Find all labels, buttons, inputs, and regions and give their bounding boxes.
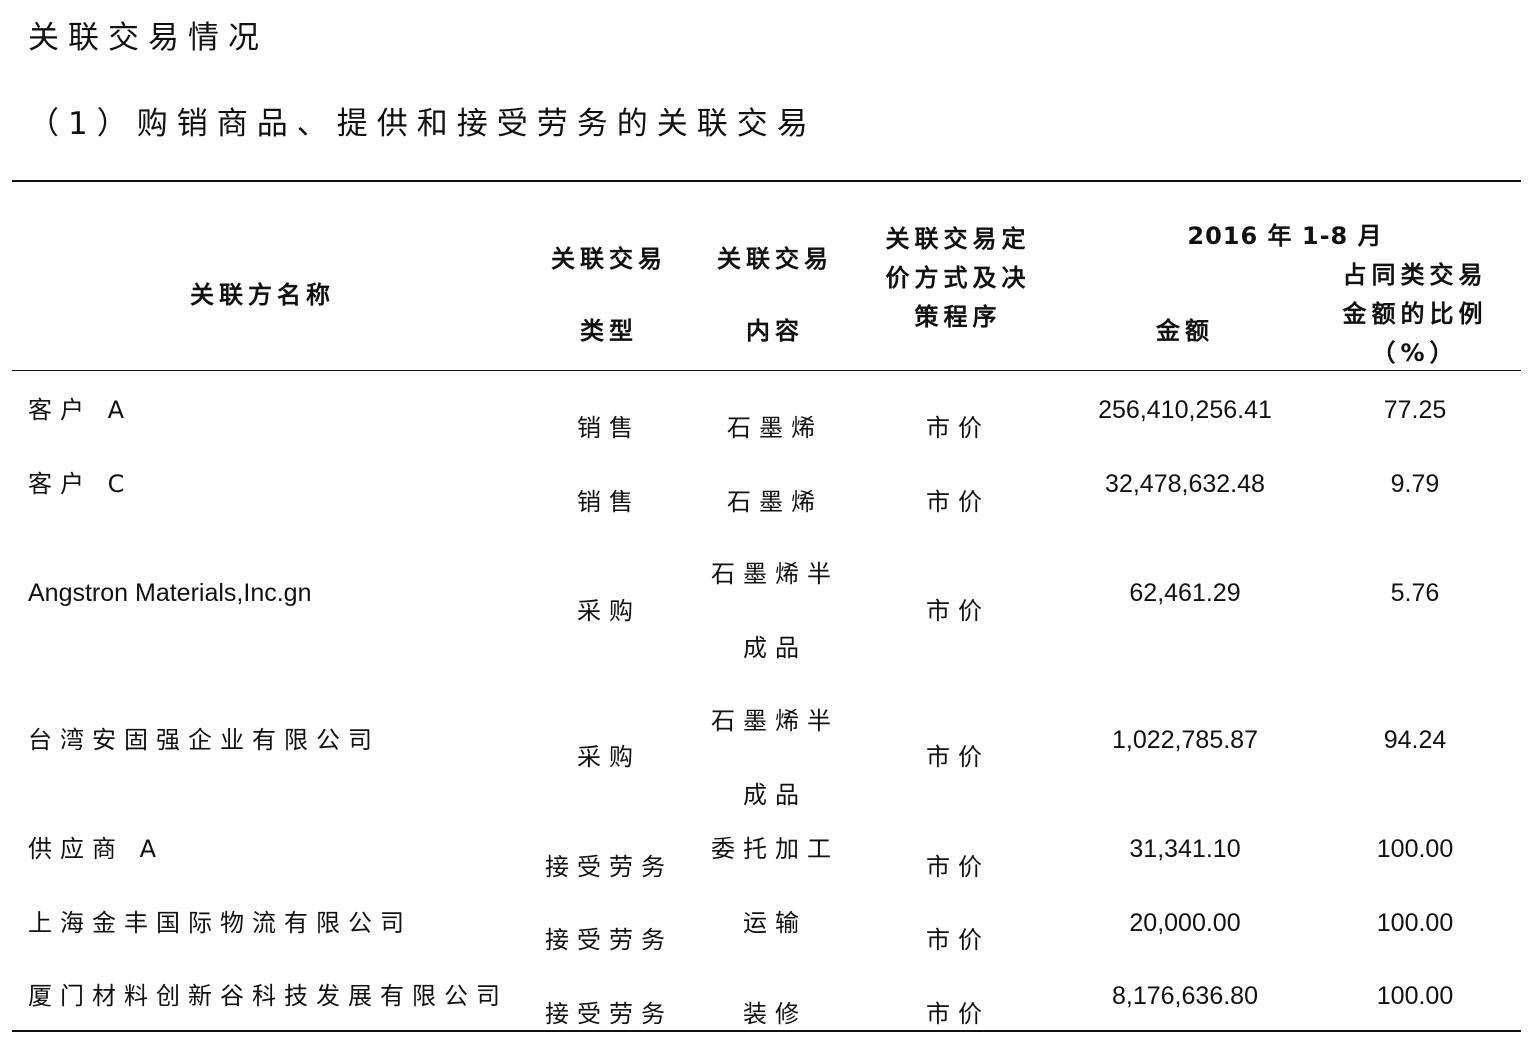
trade-content-cell-line2: 成品: [743, 781, 807, 809]
pricing-cell: 市价: [926, 597, 990, 625]
party-name-cell: 客户 A: [28, 396, 133, 424]
pricing-cell: 市价: [926, 853, 990, 881]
trade-content-cell: 石墨烯半: [711, 560, 839, 588]
table-header-rule: [12, 370, 1521, 371]
header-party-name: 关联方名称: [190, 281, 335, 309]
amount-cell: 32,478,632.48: [1105, 470, 1265, 498]
header-ratio-line3: （%）: [1371, 339, 1459, 367]
header-trade-content-line1: 关联交易: [717, 245, 833, 273]
amount-cell: 1,022,785.87: [1112, 726, 1258, 754]
party-name-cell: 客户 C: [28, 470, 133, 498]
trade-type-cell: 销售: [577, 488, 641, 516]
page-title: 关联交易情况: [28, 20, 268, 56]
table-top-rule: [12, 180, 1521, 182]
trade-content-cell: 委托加工: [711, 835, 839, 863]
header-ratio-line1: 占同类交易: [1342, 261, 1488, 289]
trade-type-cell: 采购: [577, 743, 641, 771]
amount-cell: 256,410,256.41: [1098, 396, 1272, 424]
party-name-cell: Angstron Materials,Inc.gn: [28, 579, 312, 607]
trade-type-cell: 接受劳务: [545, 1000, 673, 1028]
amount-cell: 31,341.10: [1129, 835, 1241, 863]
trade-type-cell: 接受劳务: [545, 926, 673, 954]
header-trade-type-line1: 关联交易: [551, 245, 667, 273]
trade-content-cell: 石墨烯半: [711, 707, 839, 735]
pricing-cell: 市价: [926, 488, 990, 516]
header-pricing-line1: 关联交易定: [885, 225, 1031, 253]
amount-cell: 8,176,636.80: [1112, 982, 1258, 1010]
header-pricing-line3: 策程序: [914, 303, 1002, 331]
trade-content-cell-line2: 成品: [743, 634, 807, 662]
header-trade-type-line2: 类型: [580, 317, 638, 345]
trade-type-cell: 销售: [577, 414, 641, 442]
section-subtitle: （1）购销商品、提供和接受劳务的关联交易: [28, 106, 817, 142]
trade-content-cell: 装修: [743, 1000, 807, 1028]
ratio-cell: 9.79: [1390, 470, 1440, 498]
ratio-cell: 94.24: [1383, 726, 1447, 754]
table-bottom-rule: [12, 1030, 1521, 1032]
trade-type-cell: 采购: [577, 597, 641, 625]
ratio-cell: 100.00: [1376, 982, 1454, 1010]
amount-cell: 62,461.29: [1129, 579, 1241, 607]
ratio-cell: 77.25: [1383, 396, 1447, 424]
header-pricing-line2: 价方式及决: [885, 264, 1031, 292]
header-ratio-line2: 金额的比例: [1342, 300, 1488, 328]
party-name-cell: 上海金丰国际物流有限公司: [28, 909, 412, 937]
pricing-cell: 市价: [926, 414, 990, 442]
ratio-cell: 100.00: [1376, 909, 1454, 937]
party-name-cell: 供应商 A: [28, 835, 165, 863]
ratio-cell: 100.00: [1376, 835, 1454, 863]
trade-type-cell: 接受劳务: [545, 853, 673, 881]
header-period: 2016 年 1-8 月: [1187, 222, 1383, 250]
party-name-cell: 台湾安固强企业有限公司: [28, 726, 380, 754]
pricing-cell: 市价: [926, 743, 990, 771]
header-amount: 金额: [1156, 317, 1214, 345]
trade-content-cell: 石墨烯: [727, 414, 823, 442]
amount-cell: 20,000.00: [1129, 909, 1241, 937]
header-trade-content-line2: 内容: [746, 317, 804, 345]
trade-content-cell: 运输: [743, 909, 807, 937]
trade-content-cell: 石墨烯: [727, 488, 823, 516]
ratio-cell: 5.76: [1390, 579, 1440, 607]
party-name-cell: 厦门材料创新谷科技发展有限公司: [28, 982, 508, 1010]
pricing-cell: 市价: [926, 1000, 990, 1028]
pricing-cell: 市价: [926, 926, 990, 954]
